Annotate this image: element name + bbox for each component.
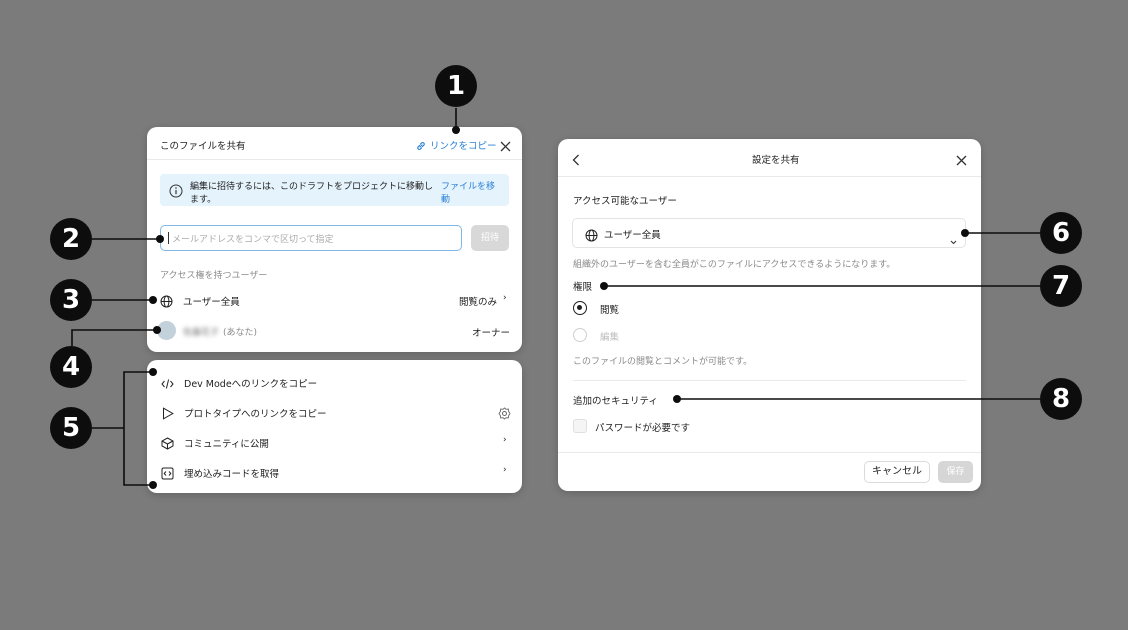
callout-2: 2 (50, 218, 92, 260)
callout-8: 8 (1040, 378, 1082, 420)
callout-1: 1 (435, 65, 477, 107)
callout-3: 3 (50, 279, 92, 321)
callout-leader-lines (71, 108, 1040, 489)
callout-5: 5 (50, 407, 92, 449)
callout-7: 7 (1040, 265, 1082, 307)
callout-4: 4 (50, 346, 92, 388)
callout-6: 6 (1040, 212, 1082, 254)
